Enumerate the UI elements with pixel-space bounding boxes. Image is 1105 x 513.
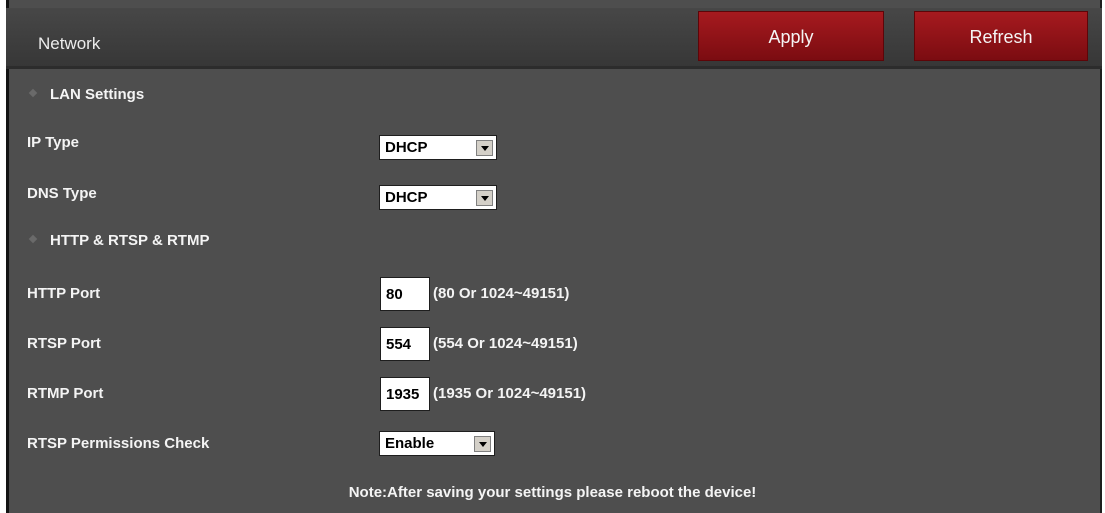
ip-type-value: DHCP xyxy=(385,139,428,156)
chevron-down-icon[interactable] xyxy=(474,436,491,452)
rtsp-permissions-check-label: RTSP Permissions Check xyxy=(27,435,210,452)
reboot-note: Note:After saving your settings please r… xyxy=(348,484,757,501)
header-divider xyxy=(6,66,1102,69)
dns-type-select[interactable]: DHCP xyxy=(379,185,497,210)
page-title: Network xyxy=(38,34,101,53)
rtsp-port-value: 554 xyxy=(386,336,412,353)
chevron-down-icon[interactable] xyxy=(476,190,493,206)
ip-type-label: IP Type xyxy=(27,134,79,151)
rtmp-port-label: RTMP Port xyxy=(27,385,104,402)
rtsp-permissions-check-select[interactable]: Enable xyxy=(379,431,495,456)
ip-type-select[interactable]: DHCP xyxy=(379,135,497,160)
chevron-down-icon[interactable] xyxy=(476,140,493,156)
http-port-label: HTTP Port xyxy=(27,285,101,302)
diamond-icon xyxy=(28,88,38,98)
section-lan-settings: LAN Settings xyxy=(28,86,145,103)
panel-right-border xyxy=(1100,0,1102,513)
rtmp-port-value: 1935 xyxy=(386,386,420,403)
rtsp-port-hint: (554 Or 1024~49151) xyxy=(433,335,578,352)
section-http-rtsp-rtmp: HTTP & RTSP & RTMP xyxy=(28,232,210,249)
http-port-hint: (80 Or 1024~49151) xyxy=(433,285,570,302)
diamond-icon xyxy=(28,234,38,244)
rtmp-port-hint: (1935 Or 1024~49151) xyxy=(433,385,587,402)
dns-type-value: DHCP xyxy=(385,189,428,206)
dns-type-label: DNS Type xyxy=(27,185,97,202)
rtsp-port-label: RTSP Port xyxy=(27,335,101,352)
http-port-input[interactable]: 80 xyxy=(380,277,430,311)
rtmp-port-input[interactable]: 1935 xyxy=(380,377,430,411)
apply-button[interactable]: Apply xyxy=(698,11,884,61)
rtsp-permissions-check-value: Enable xyxy=(385,435,435,452)
section-title: LAN Settings xyxy=(50,86,145,103)
rtsp-port-input[interactable]: 554 xyxy=(380,327,430,361)
refresh-button[interactable]: Refresh xyxy=(914,11,1088,61)
http-port-value: 80 xyxy=(386,286,403,303)
section-title: HTTP & RTSP & RTMP xyxy=(50,232,210,249)
panel-left-border xyxy=(6,0,9,513)
